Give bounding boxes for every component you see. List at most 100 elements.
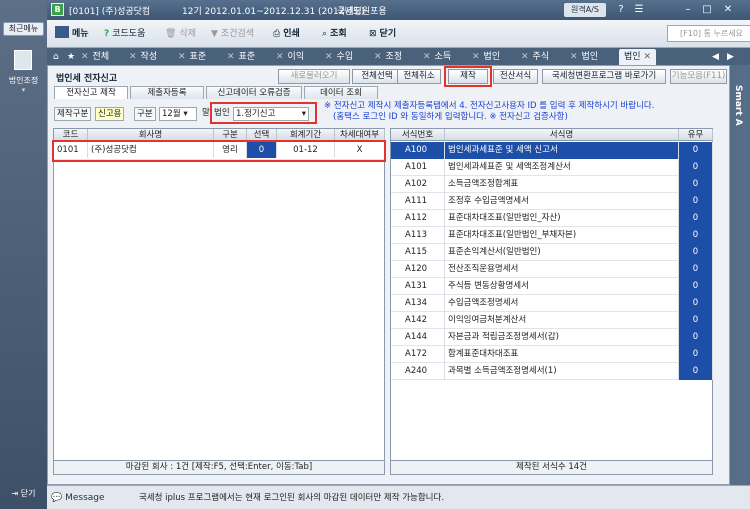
- tab-close-icon[interactable]: ✕: [521, 52, 529, 62]
- col-exists[interactable]: 유무: [679, 129, 713, 141]
- home-icon[interactable]: ⌂: [53, 50, 59, 64]
- grid-footer-status: 마감된 회사 : 1건 [제작:F5, 선택:Enter, 이동:Tab]: [54, 460, 384, 474]
- function-menu-button[interactable]: 기능모음(F11): [670, 69, 727, 84]
- building-icon[interactable]: [14, 50, 32, 70]
- table-row[interactable]: A100 법인세과세표준 및 세액 신고서 0: [391, 142, 713, 159]
- tab-scroll-left-icon[interactable]: ◀: [712, 50, 719, 64]
- cancel-all-button[interactable]: 전체취소: [397, 69, 441, 84]
- cell-exists: 0: [679, 312, 713, 329]
- condition-search-button[interactable]: ▼ 조건검색: [211, 26, 254, 42]
- tab-close-icon[interactable]: ✕: [643, 52, 651, 62]
- tab-1[interactable]: ✕ 작성: [129, 50, 157, 64]
- sidebar-item-corporate-adjust[interactable]: 법인조정: [2, 75, 45, 86]
- tab-2[interactable]: ✕ 표준: [178, 50, 206, 64]
- smart-panel[interactable]: Smart A: [730, 65, 750, 485]
- table-row[interactable]: A144 자본금과 적립금조정명세서(갑) 0: [391, 329, 713, 346]
- grid-footer-count: 제작된 서식수 14건: [391, 460, 712, 474]
- col-form-name[interactable]: 서식명: [445, 129, 679, 141]
- message-bar: 💬 Message 국세청 iplus 프로그램에서는 현재 로그인된 회사의 …: [47, 485, 750, 509]
- minimize-icon[interactable]: –: [680, 3, 696, 17]
- menu-search-input[interactable]: [F10] 통 누르세요: [667, 25, 750, 42]
- table-row[interactable]: A120 전산조직운용명세서 0: [391, 261, 713, 278]
- sidebar-close-button[interactable]: ⇥ 닫기: [3, 485, 44, 502]
- reload-button[interactable]: 새로불러오기: [278, 69, 350, 84]
- close-button[interactable]: ⊠ 닫기: [369, 26, 396, 42]
- col-period[interactable]: 회계기간: [277, 129, 335, 141]
- col-nextgen[interactable]: 차세대여부: [335, 129, 385, 141]
- tab-active[interactable]: 법인 ✕: [619, 49, 656, 65]
- table-row[interactable]: A134 수입금액조정명세서 0: [391, 295, 713, 312]
- tab-9[interactable]: ✕ 주식: [521, 50, 549, 64]
- nts-converter-button[interactable]: 국세청변환프로그램 바로가기: [542, 69, 666, 84]
- tab-close-icon[interactable]: ✕: [570, 52, 578, 62]
- table-row[interactable]: A101 법인세과세표준 및 세액조정계산서 0: [391, 159, 713, 176]
- tab-close-icon[interactable]: ✕: [178, 52, 186, 62]
- codehelp-label: 코드도움: [112, 29, 146, 39]
- col-company[interactable]: 회사명: [88, 129, 214, 141]
- chevron-down-icon[interactable]: ▾: [302, 108, 306, 121]
- tab-6[interactable]: ✕ 조정: [374, 50, 402, 64]
- remote-support-button[interactable]: 원격A/S: [564, 3, 606, 17]
- table-row[interactable]: A113 표준대차대조표(일반법인_부채자본) 0: [391, 227, 713, 244]
- code-help-button[interactable]: ? 코드도움: [104, 26, 145, 42]
- table-row[interactable]: A115 표준손익계산서(일반법인) 0: [391, 244, 713, 261]
- close-icon[interactable]: ✕: [720, 3, 736, 17]
- delete-button[interactable]: 🗑 삭제: [165, 26, 196, 42]
- filing-type-select[interactable]: 1.정기신고 ▾: [233, 107, 309, 121]
- table-row[interactable]: A131 주식등 변동상황명세서 0: [391, 278, 713, 295]
- tab-close-icon[interactable]: ✕: [374, 52, 382, 62]
- select-all-button[interactable]: 전체선택: [352, 69, 402, 84]
- print-button[interactable]: ⎙ 인쇄: [273, 26, 300, 42]
- grid-header: 서식번호 서식명 유무: [391, 129, 713, 141]
- tab-e-filing-create[interactable]: 전자신고 제작: [54, 86, 128, 99]
- col-type[interactable]: 구분: [214, 129, 247, 141]
- tab-0[interactable]: ✕ 전체: [81, 50, 109, 64]
- table-row[interactable]: 0101 (주)성공닷컴 영리 0 01-12 X: [54, 142, 385, 160]
- tab-10[interactable]: ✕ 법인: [570, 50, 598, 64]
- col-form-no[interactable]: 서식번호: [391, 129, 445, 141]
- toolbar: 메뉴 ? 코드도움 🗑 삭제 ▼ 조건검색 ⎙ 인쇄 ⌕ 조회 ⊠ 닫기 [F10] 통 누…: [47, 20, 750, 48]
- tab-8[interactable]: ✕ 법인: [472, 50, 500, 64]
- chevron-down-icon[interactable]: ▾: [2, 86, 45, 94]
- create-type-field[interactable]: 신고용: [95, 107, 125, 121]
- table-row[interactable]: A111 조정후 수입금액명세서 0: [391, 193, 713, 210]
- computer-form-button[interactable]: 전산서식: [493, 69, 538, 84]
- cell-select[interactable]: 0: [247, 142, 277, 158]
- tab-scroll-right-icon[interactable]: ▶: [727, 50, 734, 64]
- message-tag: 💬 Message: [51, 491, 105, 505]
- tab-close-icon[interactable]: ✕: [276, 52, 284, 62]
- settings-icon[interactable]: ☰: [631, 3, 647, 17]
- table-row[interactable]: A112 표준대차대조표(일반법인_자산) 0: [391, 210, 713, 227]
- tab-close-icon[interactable]: ✕: [81, 52, 89, 62]
- menu-button[interactable]: 메뉴: [55, 26, 89, 42]
- tab-error-verify[interactable]: 신고데이터 오류검증: [206, 86, 302, 99]
- tab-submitter-register[interactable]: 제출자등록: [130, 86, 204, 99]
- tab-close-icon[interactable]: ✕: [423, 52, 431, 62]
- chevron-down-icon[interactable]: ▾: [183, 109, 187, 119]
- create-button[interactable]: 제작: [448, 69, 488, 84]
- table-row[interactable]: A102 소득금액조정합계표 0: [391, 176, 713, 193]
- view-button[interactable]: ⌕ 조회: [322, 26, 347, 42]
- tab-close-icon[interactable]: ✕: [227, 52, 235, 62]
- cell-form-name: 과목별 소득금액조정명세서(1): [445, 363, 679, 380]
- tab-data-view[interactable]: 데이터 조회: [304, 86, 378, 99]
- tab-3[interactable]: ✕ 표준: [227, 50, 255, 64]
- tab-5[interactable]: ✕ 수입: [325, 50, 353, 64]
- month-select[interactable]: 12월 ▾: [159, 107, 197, 121]
- col-select[interactable]: 선택: [247, 129, 277, 141]
- cell-form-name: 전산조직운용명세서: [445, 261, 679, 278]
- table-row[interactable]: A172 합계표준대차대조표 0: [391, 346, 713, 363]
- table-row[interactable]: A142 이익잉여금처분계산서 0: [391, 312, 713, 329]
- tab-close-icon[interactable]: ✕: [129, 52, 137, 62]
- table-row[interactable]: A240 과목별 소득금액조정명세서(1) 0: [391, 363, 713, 380]
- col-code[interactable]: 코드: [54, 129, 88, 141]
- cell-form-name: 수입금액조정명세서: [445, 295, 679, 312]
- tab-close-icon[interactable]: ✕: [472, 52, 480, 62]
- help-icon[interactable]: ?: [613, 3, 629, 17]
- maximize-icon[interactable]: □: [699, 3, 715, 17]
- recent-menu-button[interactable]: 최근메뉴: [3, 22, 44, 36]
- tab-close-icon[interactable]: ✕: [325, 52, 333, 62]
- star-icon[interactable]: ★: [67, 50, 75, 64]
- tab-4[interactable]: ✕ 이익: [276, 50, 304, 64]
- tab-7[interactable]: ✕ 소득: [423, 50, 451, 64]
